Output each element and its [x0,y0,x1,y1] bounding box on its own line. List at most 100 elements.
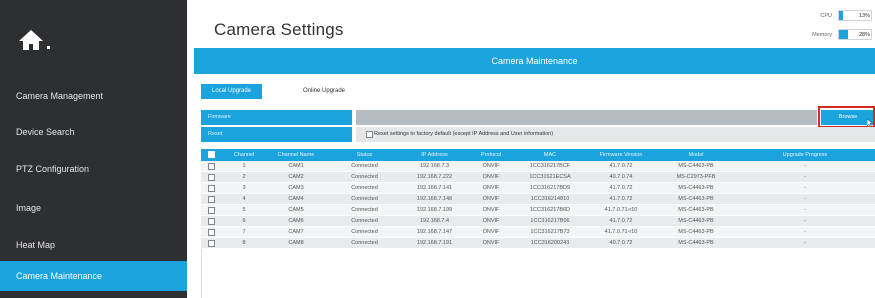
home-icon[interactable] [17,28,45,52]
cell-mac: 1CC316217BCF [529,163,571,169]
sidebar-item-camera-management[interactable]: Camera Management [0,79,187,113]
cell-channel-name: CAM2 [288,174,304,180]
cell-mac: 1CC316217B6D [529,207,571,213]
cell-firmware-version: 41.7.0.71-r10 [604,229,638,235]
cell-channel: 5 [242,207,246,213]
cell-ip-address: 192.168.7.191 [416,240,453,246]
cpu-label: CPU [820,13,832,19]
cell-channel-name: CAM5 [288,207,304,213]
firmware-file-field[interactable] [356,110,817,125]
cell-upgrade-progress: - [804,185,806,191]
sidebar-item-image[interactable]: Image [0,191,187,225]
cell-mac: 1CC316217B73 [530,229,570,235]
cell-channel: 1 [242,163,246,169]
cell-channel: 8 [242,240,246,246]
cell-protocol: ONVIF [482,218,500,224]
cpu-value: 13% [858,13,870,19]
cell-firmware-version: 40.7.0.72 [609,240,633,246]
cell-model: MS-C4463-PB [678,207,714,213]
table-row[interactable]: 5 CAM5 Connected 192.168.7.199 ONVIF 1CC31621… [201,205,875,216]
cell-protocol: ONVIF [482,185,500,191]
memory-value: 28% [858,32,870,38]
cell-model: MS-C2973-PFB [676,174,716,180]
mouse-cursor-icon [867,119,873,127]
cell-firmware-version: 41.7.0.72 [609,185,633,191]
row-checkbox[interactable] [208,185,215,192]
cell-protocol: ONVIF [482,196,500,202]
sidebar-item-ptz-configuration[interactable]: PTZ Configuration [0,152,187,186]
cell-firmware-version: 41.7.0.72 [609,218,633,224]
cell-model: MS-C4463-PB [678,229,714,235]
cell-ip-address: 192.168.7.222 [416,174,453,180]
tab-local-upgrade[interactable]: Local Upgrade [201,84,262,99]
cell-mac: 1CC31621ECSA [529,174,571,180]
cell-channel-name: CAM6 [288,218,304,224]
cell-model: MS-C4463-PB [678,163,714,169]
firmware-label: Firmware [201,110,352,125]
row-checkbox[interactable] [208,218,215,225]
row-checkbox[interactable] [208,163,215,170]
cell-channel-name: CAM8 [288,240,304,246]
table-row[interactable]: 3 CAM3 Connected 192.168.7.141 ONVIF 1CC31621… [201,183,875,194]
cell-channel: 4 [242,196,246,202]
table-row[interactable]: 6 CAM6 Connected 192.168.7.4 ONVIF 1CC316217B… [201,216,875,227]
table-row[interactable]: 4 CAM4 Connected 192.168.7.148 ONVIF 1CC31621… [201,194,875,205]
cell-upgrade-progress: - [804,196,806,202]
table-row[interactable]: 7 CAM7 Connected 192.168.7.147 ONVIF 1CC31621… [201,227,875,238]
cell-channel: 2 [242,174,246,180]
cell-ip-address: 192.168.7.147 [416,229,453,235]
cell-mac: 1CC316217B06 [530,218,570,224]
cell-status: Connected [351,207,378,213]
cell-ip-address: 192.168.7.3 [419,163,450,169]
memory-label: Memory [812,32,832,38]
cell-upgrade-progress: - [804,163,806,169]
cell-model: MS-C4463-PB [678,218,714,224]
reset-label: Reset [201,127,352,142]
cell-firmware-version: 41.7.0.72 [609,196,633,202]
header-mac: MAC [543,152,557,158]
tab-online-upgrade[interactable]: Online Upgrade [293,84,355,99]
cell-status: Connected [351,240,378,246]
cell-upgrade-progress: - [804,240,806,246]
select-all-checkbox[interactable] [208,151,215,158]
cell-channel-name: CAM3 [288,185,304,191]
header-protocol: Protocol [480,152,502,158]
table-row[interactable]: 1 CAM1 Connected 192.168.7.3 ONVIF 1CC316217B… [201,161,875,172]
header-model: Model [688,152,704,158]
cell-protocol: ONVIF [482,229,500,235]
cell-ip-address: 192.168.7.141 [416,185,453,191]
page-title: Camera Settings [214,20,344,39]
cell-status: Connected [351,218,378,224]
table-row[interactable]: 2 CAM2 Connected 192.168.7.222 ONVIF 1CC31621… [201,172,875,183]
header-status: Status [356,152,373,158]
cell-upgrade-progress: - [804,229,806,235]
row-checkbox[interactable] [208,240,215,247]
cell-firmware-version: 41.7.0.71-r10 [604,207,638,213]
row-checkbox[interactable] [208,207,215,214]
sidebar-item-heat-map[interactable]: Heat Map [0,228,187,262]
cell-upgrade-progress: - [804,207,806,213]
sidebar-item-device-search[interactable]: Device Search [0,115,187,149]
cell-protocol: ONVIF [482,240,500,246]
cell-channel-name: CAM7 [288,229,304,235]
table-header: Channel Channel Name Status IP Address P… [201,149,875,161]
cell-channel: 6 [242,218,246,224]
row-checkbox[interactable] [208,174,215,181]
cell-mac: 1CC316214810 [530,196,570,202]
cell-channel: 3 [242,185,246,191]
cell-firmware-version: 40.7.0.74 [609,174,633,180]
table-row[interactable]: 8 CAM8 Connected 192.168.7.191 ONVIF 1CC31620… [201,238,875,249]
cell-model: MS-C4463-PB [678,240,714,246]
sidebar: Camera Management Device Search PTZ Conf… [0,0,187,298]
cell-channel: 7 [242,229,246,235]
row-checkbox[interactable] [208,229,215,236]
sidebar-item-camera-maintenance[interactable]: Camera Maintenance [0,261,187,291]
cell-ip-address: 192.168.7.4 [419,218,450,224]
header-channel-name: Channel Name [277,152,315,158]
header-ip-address: IP Address [421,152,448,158]
cell-ip-address: 192.168.7.148 [416,196,453,202]
factory-default-checkbox[interactable] [366,131,373,138]
row-checkbox[interactable] [208,196,215,203]
header-firmware-version: Firmware Version [599,152,643,158]
cell-status: Connected [351,185,378,191]
